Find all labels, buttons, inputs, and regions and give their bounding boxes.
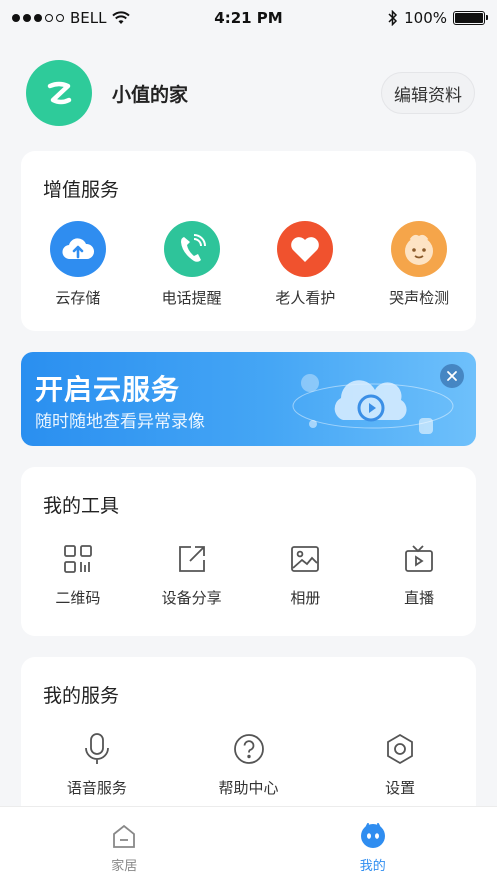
battery-percent: 100% — [404, 9, 447, 27]
service-cloud-storage[interactable]: 云存储 — [21, 221, 135, 308]
cloud-replay-illustration-icon — [292, 374, 454, 434]
tool-label: 设备分享 — [161, 589, 222, 607]
tab-bar: 家居 我的 — [0, 806, 497, 883]
status-bar: BELL 4:21 PM 100% — [0, 0, 497, 36]
microphone-icon — [79, 731, 115, 767]
service-elder-care[interactable]: 老人看护 — [249, 221, 363, 308]
service-phone-reminder[interactable]: 电话提醒 — [135, 221, 249, 308]
service-help-center[interactable]: 帮助中心 — [173, 731, 325, 798]
tool-label: 二维码 — [55, 589, 101, 607]
heart-icon — [277, 221, 334, 277]
section-title: 我的服务 — [43, 685, 120, 707]
tool-label: 相册 — [290, 589, 321, 607]
close-icon — [447, 371, 457, 381]
banner-close-button[interactable] — [440, 364, 464, 388]
service-cry-detection[interactable]: 哭声检测 — [362, 221, 476, 308]
service-label: 老人看护 — [275, 289, 336, 307]
avatar[interactable] — [26, 60, 92, 126]
tool-label: 直播 — [404, 589, 435, 607]
tool-live[interactable]: 直播 — [362, 541, 476, 608]
service-settings[interactable]: 设置 — [324, 731, 476, 798]
banner-subtitle: 随时随地查看异常录像 — [35, 412, 205, 432]
my-tools-card: 我的工具 二维码 设备分享 相册 直播 — [21, 467, 476, 636]
cloud-upload-icon — [49, 221, 106, 277]
section-title: 我的工具 — [43, 495, 120, 517]
profile-header: 小值的家 编辑资料 — [26, 58, 475, 128]
home-icon — [113, 824, 136, 848]
tool-album[interactable]: 相册 — [249, 541, 363, 608]
status-left: BELL — [12, 9, 131, 27]
profile-face-icon — [360, 823, 385, 848]
album-icon — [287, 541, 323, 577]
banner-title: 开启云服务 — [35, 373, 181, 406]
service-label: 云存储 — [55, 289, 101, 307]
tab-mine[interactable]: 我的 — [249, 807, 497, 883]
settings-icon — [382, 731, 418, 767]
wifi-icon — [112, 11, 131, 24]
live-tv-icon — [401, 541, 437, 577]
tool-qr-code[interactable]: 二维码 — [21, 541, 135, 608]
tab-label: 我的 — [359, 859, 386, 874]
service-voice[interactable]: 语音服务 — [21, 731, 173, 798]
service-label: 哭声检测 — [389, 289, 450, 307]
help-icon — [231, 731, 267, 767]
logo-z-icon — [47, 81, 72, 105]
qr-code-icon — [60, 541, 96, 577]
edit-profile-button[interactable]: 编辑资料 — [381, 72, 475, 114]
bluetooth-icon — [388, 10, 398, 26]
cloud-service-banner[interactable]: 开启云服务 随时随地查看异常录像 — [21, 352, 476, 446]
phone-icon — [163, 221, 220, 277]
profile-name: 小值的家 — [112, 83, 189, 106]
battery-icon — [453, 11, 488, 25]
service-label: 电话提醒 — [161, 289, 222, 307]
carrier-label: BELL — [70, 9, 107, 27]
status-right: 100% — [388, 9, 488, 27]
service-label: 帮助中心 — [218, 779, 279, 797]
service-label: 设置 — [385, 779, 416, 797]
tab-label: 家居 — [111, 859, 138, 874]
value-services-card: 增值服务 云存储 电话提醒 老人看护 哭声检测 — [21, 151, 476, 331]
service-label: 语音服务 — [66, 779, 127, 797]
section-title: 增值服务 — [43, 179, 120, 201]
baby-face-icon — [391, 221, 448, 277]
tab-home[interactable]: 家居 — [0, 807, 249, 883]
tool-device-share[interactable]: 设备分享 — [135, 541, 249, 608]
signal-icon — [12, 14, 64, 22]
share-icon — [174, 541, 210, 577]
